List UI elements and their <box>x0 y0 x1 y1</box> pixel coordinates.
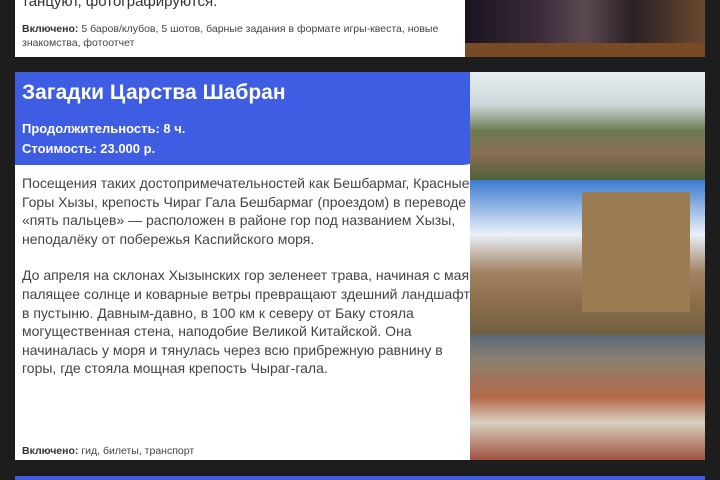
description-paragraph: До апреля на склонах Хызынских гор зелен… <box>22 267 470 377</box>
red-mountains-photo <box>470 335 705 460</box>
mountain-photo <box>470 72 705 180</box>
description-paragraph: Посещения таких достопримечательностей к… <box>22 175 470 247</box>
included-list: Включено: 5 баров/клубов, 5 шотов, барны… <box>22 22 458 50</box>
tour-duration: Продолжительность: 8 ч. <box>22 121 186 136</box>
previous-tour-card: танцуют, фотографируются. Включено: 5 ба… <box>15 0 465 57</box>
included-label: Включено: <box>22 445 79 457</box>
tour-card: Загадки Царства Шабран Продолжительность… <box>15 72 705 460</box>
tour-title: Загадки Царства Шабран <box>22 81 286 104</box>
bar-photo <box>465 0 705 57</box>
fortress-photo <box>470 180 705 335</box>
included-list: Включено: гид, билеты, транспорт <box>22 444 194 458</box>
tour-price: Стоимость: 23.000 р. <box>22 141 156 156</box>
included-label: Включено: <box>22 23 79 35</box>
tour-header: Загадки Царства Шабран Продолжительность… <box>15 72 485 165</box>
next-tour-card <box>15 476 705 480</box>
included-text: гид, билеты, транспорт <box>81 445 195 457</box>
tour-description: танцуют, фотографируются. <box>22 0 218 10</box>
included-text: 5 баров/клубов, 5 шотов, барные задания … <box>22 23 439 49</box>
tour-description: Посещения таких достопримечательностей к… <box>22 174 472 378</box>
